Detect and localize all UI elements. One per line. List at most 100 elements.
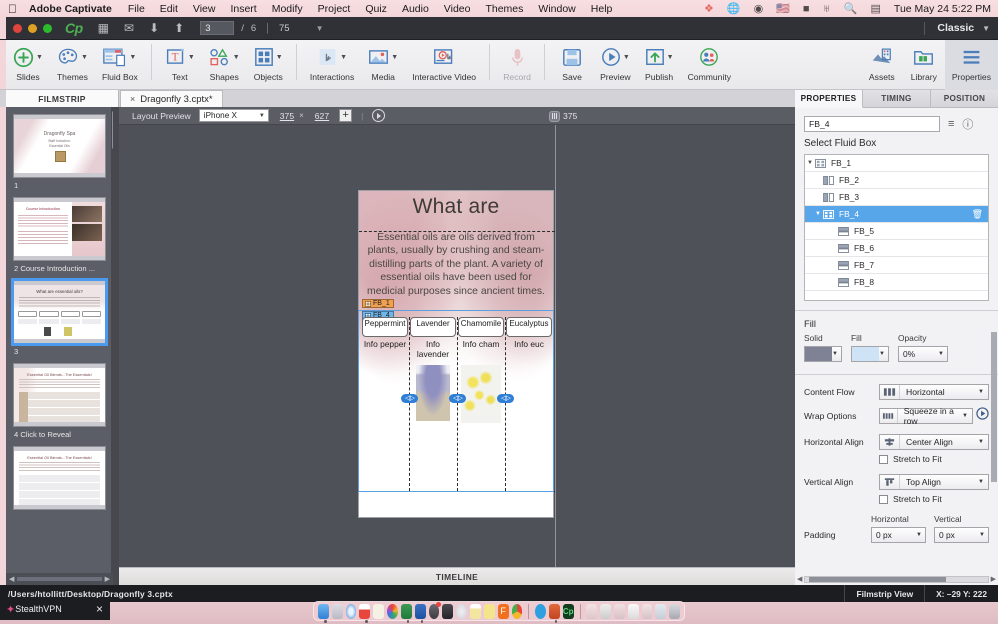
- settings-icon[interactable]: [429, 604, 440, 619]
- slide-thumbnail-selected[interactable]: What are essential oils?: [13, 280, 106, 344]
- minimize-window-button[interactable]: [28, 24, 37, 33]
- slide-canvas[interactable]: What are Essential oils are oils derived…: [119, 125, 795, 585]
- slide-number-input[interactable]: 3: [200, 21, 234, 35]
- properties-horizontal-scrollbar[interactable]: ◀ ▶: [797, 575, 996, 583]
- slide-thumbnail[interactable]: Essential Oil Blends...The Essentials!: [13, 363, 106, 427]
- menu-project[interactable]: Project: [318, 3, 351, 15]
- horizontal-stretch-row[interactable]: Stretch to Fit: [795, 450, 998, 464]
- tree-row-fb8[interactable]: FB_8: [805, 274, 988, 291]
- properties-vertical-scrollbar[interactable]: [991, 332, 997, 582]
- launchpad-icon[interactable]: [332, 604, 343, 619]
- zoom-chevron-down-icon[interactable]: ▼: [316, 24, 324, 33]
- ruler-breakpoint-marker[interactable]: 375: [549, 107, 577, 125]
- slide-thumbnail[interactable]: Essential Oil Blends...The Essentials!: [13, 446, 106, 510]
- scroll-right-arrow-icon[interactable]: ▶: [991, 575, 996, 583]
- tree-row-fb7[interactable]: FB_7: [805, 257, 988, 274]
- help-circle-icon[interactable]: ⓘ: [962, 116, 973, 132]
- chevron-down-icon[interactable]: ▼: [129, 54, 136, 61]
- chevron-down-icon[interactable]: ▼: [832, 351, 841, 357]
- chevron-down-icon[interactable]: ▼: [391, 54, 398, 61]
- chevron-down-icon[interactable]: ▼: [879, 351, 888, 357]
- reminders-icon[interactable]: [470, 604, 481, 619]
- tree-row-fb5[interactable]: FB_5: [805, 223, 988, 240]
- finder-icon[interactable]: [318, 604, 329, 619]
- fluid-box-button[interactable]: ▼ Fluid Box: [95, 40, 145, 90]
- tree-row-fb1[interactable]: ▼ FB_1: [805, 155, 988, 172]
- workspace-selector[interactable]: Classic ▼: [937, 22, 990, 34]
- publish-button[interactable]: ▼ Publish: [638, 40, 681, 90]
- text-button[interactable]: T ▼ Text: [158, 40, 202, 90]
- library-button[interactable]: Library: [903, 40, 945, 90]
- timemachine-icon[interactable]: ◉: [754, 2, 764, 15]
- play-circle-icon[interactable]: [372, 109, 385, 122]
- vertical-stretch-checkbox[interactable]: [879, 495, 888, 504]
- filmstrip-slide-1[interactable]: Dragonfly Spa Staff Induction: Essential…: [13, 114, 106, 190]
- filmstrip-scroll-area[interactable]: Dragonfly Spa Staff Induction: Essential…: [6, 107, 113, 585]
- window-controls[interactable]: [13, 24, 52, 33]
- chevron-down-icon[interactable]: ▼: [667, 54, 674, 61]
- close-window-button[interactable]: [13, 24, 22, 33]
- hscroll-track[interactable]: [804, 576, 988, 583]
- interactive-video-button[interactable]: Interactive Video: [405, 40, 483, 90]
- notes-icon[interactable]: [373, 604, 384, 619]
- menu-help[interactable]: Help: [591, 3, 613, 15]
- horizontal-stretch-checkbox[interactable]: [879, 455, 888, 464]
- stage-width[interactable]: 375: [280, 111, 294, 121]
- assets-button[interactable]: Assets: [861, 40, 903, 90]
- minimized-window-1[interactable]: [586, 604, 597, 619]
- fill-color-swatch[interactable]: ▼: [851, 346, 889, 362]
- interactions-button[interactable]: ▼ Interactions: [303, 40, 361, 90]
- slide-thumbnail[interactable]: Dragonfly Spa Staff Induction: Essential…: [13, 114, 106, 178]
- document-tab[interactable]: × Dragonfly 3.cptx*: [120, 90, 223, 107]
- chevron-down-icon[interactable]: ▼: [978, 439, 988, 445]
- object-name-input[interactable]: FB_4: [804, 116, 940, 132]
- fluidbox-tag-fb1[interactable]: FB_1: [362, 299, 394, 308]
- apple-logo-icon[interactable]: : [8, 3, 17, 15]
- add-device-button[interactable]: +: [339, 109, 352, 122]
- objects-button[interactable]: ▼ Objects: [247, 40, 290, 90]
- menu-insert[interactable]: Insert: [230, 3, 256, 15]
- minimized-window-4[interactable]: [628, 604, 639, 619]
- chevron-down-icon[interactable]: ▼: [938, 351, 947, 357]
- chevron-down-icon[interactable]: ▼: [233, 54, 240, 61]
- menu-video[interactable]: Video: [444, 3, 471, 15]
- solid-color-swatch[interactable]: ▼: [804, 346, 842, 362]
- padding-vertical-input[interactable]: 0 px ▼: [934, 527, 989, 543]
- slide-thumbnail[interactable]: Course Introduction: [13, 197, 106, 261]
- chevron-down-icon[interactable]: ▼: [813, 211, 823, 217]
- close-icon[interactable]: ×: [96, 602, 103, 616]
- word-icon[interactable]: [415, 604, 426, 619]
- delete-fluidbox-icon[interactable]: 🗑: [972, 209, 983, 220]
- chevron-down-icon[interactable]: ▼: [276, 54, 283, 61]
- slides-button[interactable]: ▼ Slides: [6, 40, 50, 90]
- branching-view-icon[interactable]: ▦: [98, 21, 109, 35]
- vertical-align-select[interactable]: Top Align ▼: [879, 474, 989, 490]
- email-icon[interactable]: ✉: [124, 21, 134, 35]
- maximize-window-button[interactable]: [43, 24, 52, 33]
- menu-window[interactable]: Window: [538, 3, 575, 15]
- stage-height[interactable]: 627: [315, 111, 329, 121]
- themes-button[interactable]: ▼ Themes: [50, 40, 95, 90]
- skype-icon[interactable]: [535, 604, 546, 619]
- chevron-down-icon[interactable]: ▼: [623, 54, 630, 61]
- filmstrip-horizontal-scrollbar[interactable]: ◀ ▶: [6, 573, 113, 585]
- trash-icon[interactable]: [669, 604, 680, 619]
- tree-row-fb6[interactable]: FB_6: [805, 240, 988, 257]
- zoom-level[interactable]: 75: [279, 23, 290, 34]
- tab-timing[interactable]: TIMING: [863, 90, 931, 108]
- excel-icon[interactable]: [401, 604, 412, 619]
- chevron-down-icon[interactable]: ▼: [340, 54, 347, 61]
- chevron-down-icon[interactable]: ▼: [81, 54, 88, 61]
- menu-app-name[interactable]: Adobe Captivate: [29, 3, 112, 15]
- slide-title-text[interactable]: What are: [359, 195, 553, 219]
- shapes-button[interactable]: ▼ Shapes: [202, 40, 247, 90]
- timeline-panel[interactable]: TIMELINE: [119, 567, 795, 585]
- chevron-down-icon[interactable]: ▼: [805, 160, 815, 166]
- filmstrip-hscroll-thumb[interactable]: [17, 577, 101, 581]
- globe-icon[interactable]: 🌐: [727, 2, 741, 15]
- chevron-down-icon[interactable]: ▼: [979, 532, 988, 538]
- scroll-left-arrow-icon[interactable]: ◀: [797, 575, 802, 583]
- minimized-window-6[interactable]: [655, 604, 666, 619]
- community-button[interactable]: Community: [681, 40, 738, 90]
- battery-icon[interactable]: ■: [803, 3, 810, 15]
